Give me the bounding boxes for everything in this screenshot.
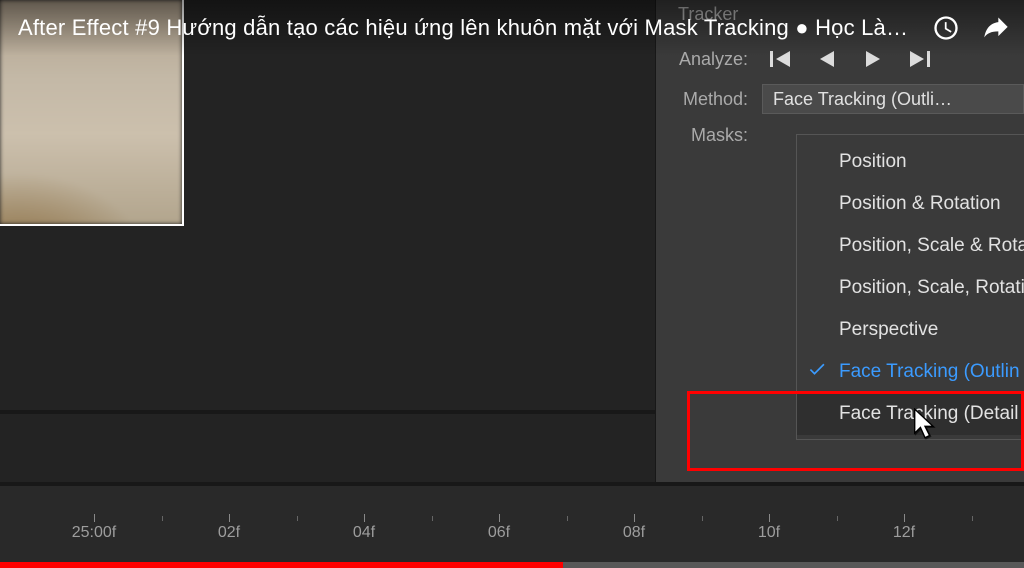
method-option[interactable]: Position & Rotation [797,183,1024,225]
method-option-label: Face Tracking (Outlin [839,361,1020,383]
timeline-ruler[interactable]: 25:00f02f04f06f08f10f12f14f [0,506,1024,550]
method-select-value: Face Tracking (Outli… [773,89,952,110]
timeline-tick-label: 10f [758,524,780,542]
timeline-tick [904,514,905,522]
timeline-tick-label: 06f [488,524,510,542]
timeline-minor-tick [297,516,298,521]
timeline-tick-label: 08f [623,524,645,542]
method-select[interactable]: Face Tracking (Outli… [762,84,1024,114]
timeline-tick-label: 02f [218,524,240,542]
video-title[interactable]: After Effect #9 Hướng dẫn tạo các hiệu ứ… [18,15,916,41]
timeline-minor-tick [567,516,568,521]
method-option[interactable]: Perspective [797,309,1024,351]
youtube-title-overlay: After Effect #9 Hướng dẫn tạo các hiệu ứ… [0,0,1024,56]
method-option-label: Position, Scale, Rotati [839,277,1024,299]
method-option-label: Position, Scale & Rota [839,235,1024,257]
method-option[interactable]: Position, Scale, Rotati [797,267,1024,309]
composition-preview-area [0,0,640,410]
method-option[interactable]: Face Tracking (Outlin [797,351,1024,393]
youtube-progress-fill [0,562,563,568]
check-icon [807,359,827,385]
timeline-tick [769,514,770,522]
timeline-minor-tick [702,516,703,521]
share-icon[interactable] [982,14,1010,42]
youtube-progress-bar[interactable] [0,562,1024,568]
timeline-minor-tick [837,516,838,521]
timeline-tick-label: 25:00f [72,524,116,542]
timeline-tick-label: 12f [893,524,915,542]
method-option-label: Perspective [839,319,938,341]
timeline-minor-tick [432,516,433,521]
timeline-panel[interactable]: 25:00f02f04f06f08f10f12f14f [0,486,1024,568]
watch-later-icon[interactable] [932,14,960,42]
method-option[interactable]: Position [797,141,1024,183]
timeline-tick [94,514,95,522]
masks-label: Masks: [656,125,756,146]
timeline-tick [364,514,365,522]
timeline-tick [634,514,635,522]
timeline-tick-label: 04f [353,524,375,542]
method-label: Method: [656,89,756,110]
timeline-minor-tick [972,516,973,521]
method-option[interactable]: Position, Scale & Rota [797,225,1024,267]
timeline-minor-tick [162,516,163,521]
mouse-cursor-icon [912,408,938,440]
timeline-tick [499,514,500,522]
method-option-label: Position [839,151,907,173]
timeline-tick [229,514,230,522]
method-option-label: Position & Rotation [839,193,1001,215]
annotation-highlight-box [687,391,1024,471]
